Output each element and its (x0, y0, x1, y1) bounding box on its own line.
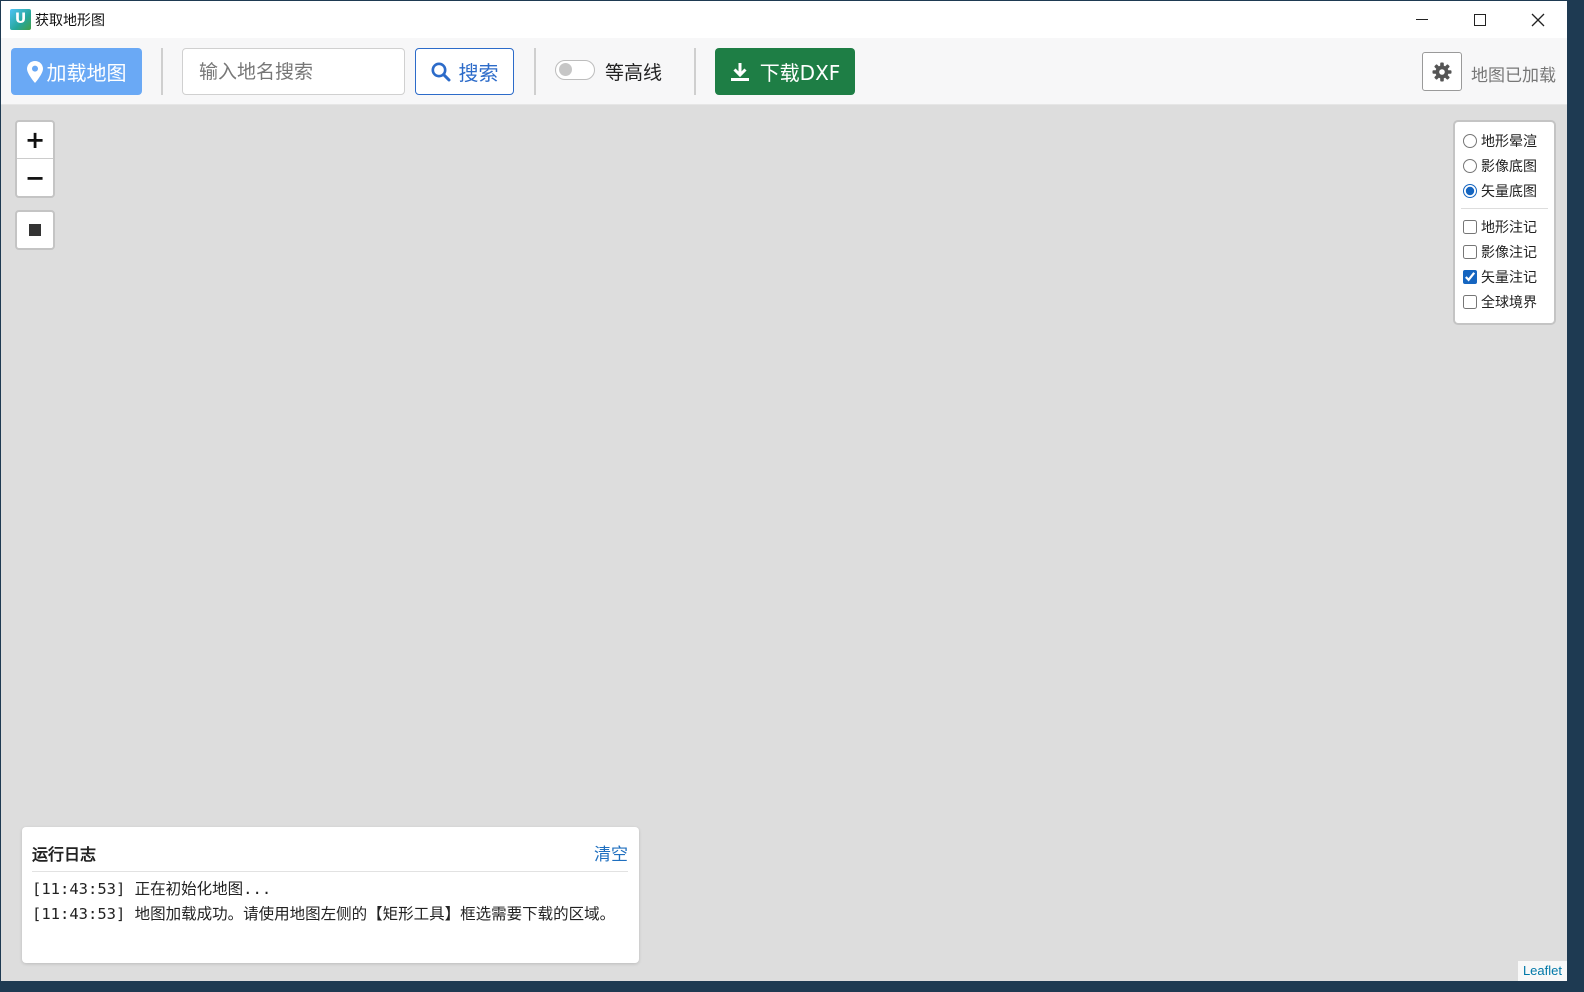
gear-icon (1432, 62, 1452, 81)
overlay-option[interactable]: 全球境界 (1463, 289, 1554, 314)
basemap-option[interactable]: 影像底图 (1463, 153, 1554, 178)
settings-button[interactable] (1422, 52, 1462, 91)
minimize-button[interactable] (1393, 1, 1451, 38)
close-button[interactable] (1509, 1, 1567, 38)
overlay-option[interactable]: 影像注记 (1463, 239, 1554, 264)
overlay-checkbox[interactable] (1463, 294, 1477, 309)
toolbar-divider (534, 48, 536, 95)
contour-label: 等高线 (605, 62, 663, 84)
search-input[interactable] (182, 48, 405, 95)
overlay-checkbox[interactable] (1463, 244, 1477, 259)
overlay-label: 地形注记 (1481, 219, 1537, 236)
window-title: 获取地形图 (35, 13, 105, 29)
layer-control: 地形晕渲 影像底图 矢量底图 地形注记 影像注记 矢量注记 全球境界 (1453, 120, 1556, 325)
close-icon (1531, 13, 1545, 26)
overlay-option[interactable]: 矢量注记 (1463, 264, 1554, 289)
overlay-option[interactable]: 地形注记 (1463, 214, 1554, 239)
map-marker-icon (26, 60, 43, 83)
basemap-option[interactable]: 矢量底图 (1463, 178, 1554, 203)
download-dxf-button[interactable]: 下载DXF (715, 48, 855, 95)
zoom-in-button[interactable]: + (17, 122, 53, 159)
basemap-label: 影像底图 (1481, 158, 1537, 175)
toolbar-divider (694, 48, 696, 95)
map-canvas[interactable]: + − 地形晕渲 影像底图 矢量底图 地形注记 影像注记 矢量注记 全球境界 运… (1, 105, 1567, 981)
log-title: 运行日志 (32, 845, 97, 864)
log-body: [11:43:53] 正在初始化地图... [11:43:53] 地图加载成功。… (32, 877, 632, 927)
log-line: [11:43:53] 正在初始化地图... (32, 880, 272, 898)
log-panel: 运行日志 清空 [11:43:53] 正在初始化地图... [11:43:53]… (22, 827, 639, 963)
download-icon (730, 62, 749, 81)
toolbar: 加载地图 搜索 等高线 下载DXF (1, 38, 1567, 105)
basemap-option[interactable]: 地形晕渲 (1463, 128, 1554, 153)
basemap-label: 地形晕渲 (1481, 133, 1537, 150)
title-bar: U 获取地形图 (1, 1, 1567, 38)
log-line: [11:43:53] 地图加载成功。请使用地图左侧的【矩形工具】框选需要下载的区… (32, 905, 616, 923)
overlay-label: 矢量注记 (1481, 269, 1537, 286)
contour-toggle[interactable] (555, 60, 595, 80)
basemap-radio[interactable] (1463, 158, 1477, 173)
overlay-label: 全球境界 (1481, 294, 1537, 311)
zoom-control: + − (15, 120, 55, 198)
app-icon: U (10, 9, 31, 30)
search-icon (431, 62, 450, 81)
load-map-button[interactable]: 加载地图 (11, 48, 142, 95)
search-label: 搜索 (458, 61, 499, 85)
overlay-checkbox[interactable] (1463, 269, 1477, 284)
basemap-label: 矢量底图 (1481, 183, 1537, 200)
toggle-knob (559, 63, 572, 76)
basemap-radio[interactable] (1463, 183, 1477, 198)
log-divider (32, 871, 628, 872)
layer-divider (1461, 208, 1548, 209)
maximize-button[interactable] (1451, 1, 1509, 38)
load-map-label: 加载地图 (46, 61, 127, 85)
map-attribution[interactable]: Leaflet (1517, 961, 1567, 981)
overlay-label: 影像注记 (1481, 244, 1537, 261)
clear-log-button[interactable]: 清空 (594, 840, 628, 865)
search-button[interactable]: 搜索 (415, 48, 514, 95)
rectangle-icon (29, 224, 41, 236)
app-window: U 获取地形图 加载地图 搜索 等高线 下载DXF (1, 1, 1567, 981)
status-text: 地图已加载 (1471, 66, 1556, 86)
minimize-icon (1416, 19, 1428, 20)
overlay-checkbox[interactable] (1463, 219, 1477, 234)
download-label: 下载DXF (759, 61, 841, 85)
zoom-out-button[interactable]: − (17, 159, 53, 196)
toolbar-divider (161, 48, 163, 95)
rectangle-tool-button[interactable] (15, 210, 55, 250)
maximize-icon (1474, 13, 1486, 26)
basemap-radio[interactable] (1463, 133, 1477, 148)
